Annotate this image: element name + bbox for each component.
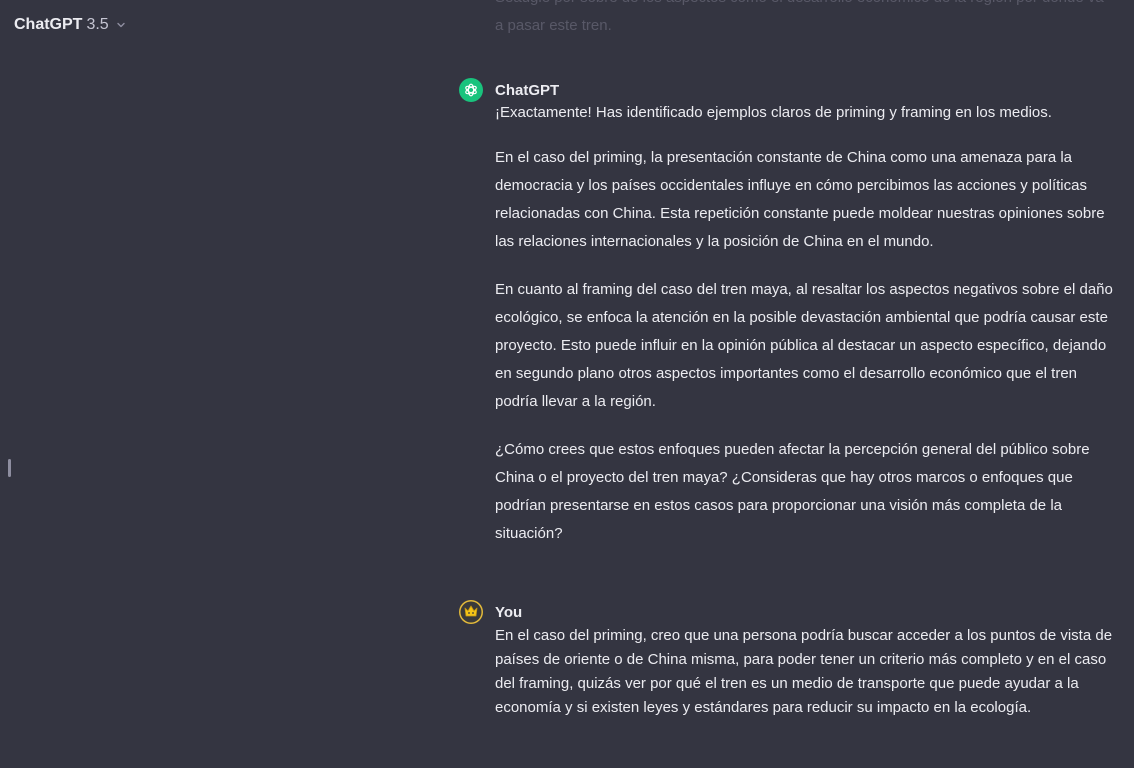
openai-logo-icon <box>459 78 483 102</box>
assistant-message: ChatGPT ¡Exactamente! Has identificado e… <box>459 78 1119 568</box>
message-paragraph: ¡Exactamente! Has identificado ejemplos … <box>495 104 1052 121</box>
message-body: ¡Exactamente! Has identificado ejemplos … <box>495 102 1115 548</box>
previous-message-tail: Seaugie por sobre de los aspectos como e… <box>495 0 1104 34</box>
message-body: En el caso del priming, creo que una per… <box>495 624 1115 720</box>
user-avatar-icon <box>459 600 483 624</box>
chat-page: Seaugie por sobre de los aspectos como e… <box>0 0 1134 768</box>
model-selector[interactable]: ChatGPT 3.5 <box>14 14 127 36</box>
message-header: You <box>459 600 1119 624</box>
message-paragraph: ¿Cómo crees que estos enfoques pueden af… <box>495 441 1090 542</box>
message-paragraph: En cuanto al framing del caso del tren m… <box>495 281 1113 410</box>
message-header: ChatGPT <box>459 78 1119 102</box>
user-message: You En el caso del priming, creo que una… <box>459 600 1119 720</box>
model-version: 3.5 <box>86 16 109 33</box>
sidebar-toggle-handle[interactable] <box>8 459 11 477</box>
chevron-down-icon <box>115 19 127 31</box>
message-author: You <box>495 603 523 621</box>
model-name: ChatGPT <box>14 16 83 33</box>
message-author: ChatGPT <box>495 81 560 99</box>
message-paragraph: En el caso del priming, la presentación … <box>495 149 1105 250</box>
message-paragraph: En el caso del priming, creo que una per… <box>495 627 1113 716</box>
